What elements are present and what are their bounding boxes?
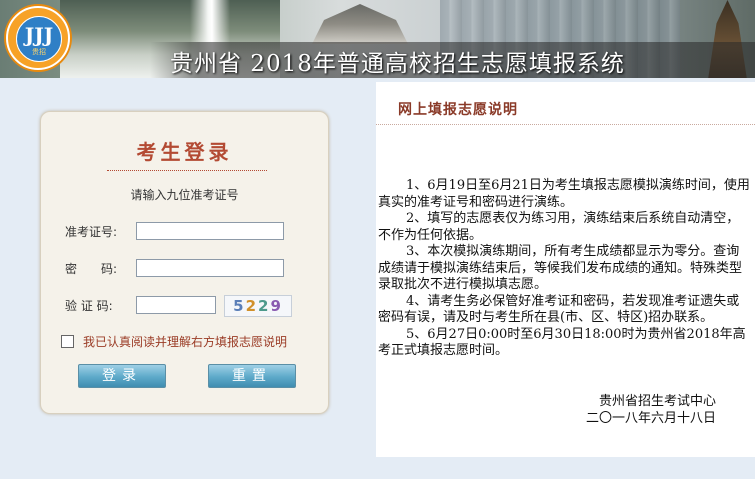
notice-panel: 网上填报志愿说明 1、6月19日至6月21日为考生填报志愿模拟演练时间，使用真实… (376, 82, 755, 457)
agree-checkbox[interactable] (61, 335, 74, 348)
captcha-input[interactable] (136, 296, 216, 314)
password-input[interactable] (136, 259, 284, 277)
login-title: 考生登录 (136, 140, 233, 164)
password-label: 密 码: (65, 262, 118, 276)
login-button[interactable]: 登录 (78, 364, 166, 388)
captcha-digit: 5 (233, 297, 246, 315)
notice-item: 1、6月19日至6月21日为考生填报志愿模拟演练时间，使用真实的准考证号和密码进… (378, 178, 750, 210)
notice-item: 5、6月27日0:00时至6月30日18:00时为贵州省2018年高考正式填报志… (378, 326, 746, 359)
captcha-image[interactable]: 5229 (224, 295, 292, 317)
logo-subtext: 贵招 (32, 48, 46, 56)
reset-button[interactable]: 重置 (208, 364, 296, 388)
notice-item: 4、请考生务必保管好准考证和密码，若发现准考证遗失或密码有误，请及时与考生所在县… (378, 293, 740, 326)
notice-body: 1、6月19日至6月21日为考生填报志愿模拟演练时间，使用真实的准考证号和密码进… (378, 178, 752, 360)
notice-divider (376, 124, 755, 125)
agree-label[interactable]: 我已认真阅读并理解右方填报志愿说明 (83, 333, 287, 350)
logo-icon: JJJ 贵招 (6, 6, 70, 70)
signature-org: 贵州省招生考试中心 (598, 394, 716, 409)
login-hint: 请输入九位准考证号 (130, 188, 239, 202)
login-panel: 考生登录 请输入九位准考证号 准考证号: 密 码: 验 证 码: 5229 我已… (40, 111, 329, 414)
captcha-digit: 2 (245, 297, 258, 315)
exam-id-input[interactable] (136, 222, 284, 240)
banner-pavilion-image (312, 4, 408, 44)
notice-signature: 贵州省招生考试中心 二〇一八年六月十八日 (376, 393, 716, 427)
captcha-label: 验 证 码: (65, 299, 113, 313)
captcha-digit: 2 (258, 297, 271, 315)
header-banner: JJJ 贵招 贵州省 2018年普通高校招生志愿填报系统 (0, 0, 755, 78)
notice-title: 网上填报志愿说明 (398, 102, 518, 118)
exam-id-label: 准考证号: (65, 225, 118, 239)
captcha-digit: 9 (270, 297, 283, 315)
signature-date: 二〇一八年六月十八日 (585, 411, 716, 426)
logo-glyph: JJJ (24, 23, 54, 47)
system-title: 贵州省 2018年普通高校招生志愿填报系统 (170, 51, 625, 77)
notice-item: 3、本次模拟演练期间，所有考生成绩都显示为零分。查询成绩请于模拟演练结束后，等候… (378, 244, 743, 292)
notice-item: 2、填写的志愿表仅为练习用，演练结束后系统自动清空，不作为任何依据。 (378, 211, 740, 243)
login-divider (107, 170, 267, 171)
